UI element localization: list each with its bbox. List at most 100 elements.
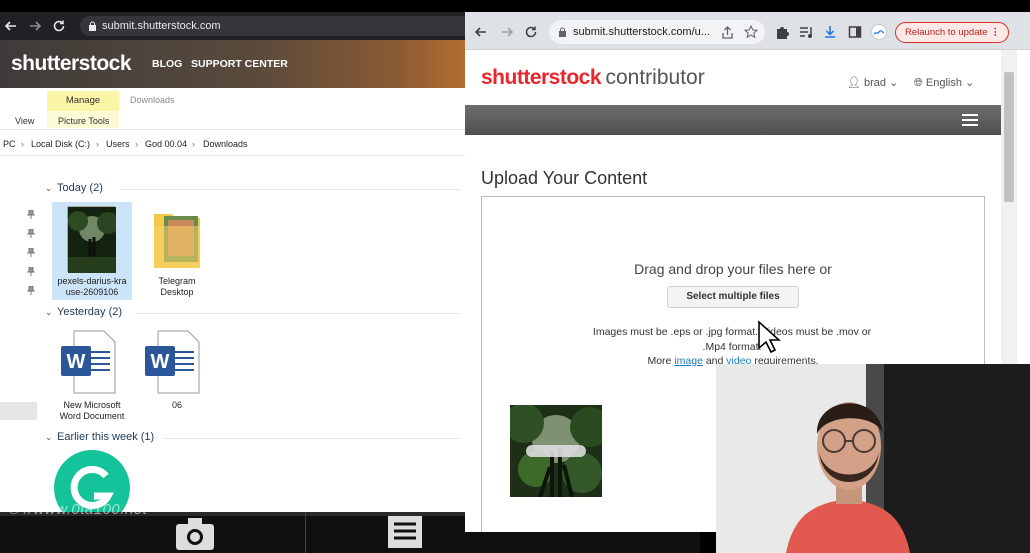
word-document-icon: W	[61, 330, 116, 394]
user-icon: 👤︎	[847, 77, 861, 89]
chevron-right-icon: ›	[21, 139, 24, 149]
view-tab[interactable]: View	[15, 116, 34, 126]
pin-icon	[27, 248, 35, 257]
chevron-down-icon[interactable]: ⌄	[45, 432, 53, 443]
nav-pane-selection	[0, 402, 37, 420]
file-name-line: Desktop	[160, 287, 194, 297]
folder-item[interactable]: Telegram Desktop	[138, 202, 216, 300]
chevron-down-icon: ⌄	[889, 77, 899, 89]
download-icon[interactable]	[823, 25, 837, 39]
chevron-right-icon: ›	[96, 139, 99, 149]
file-item-selected[interactable]: pexels-darius-kra use-2609106	[52, 202, 132, 300]
group-yesterday-header[interactable]: Yesterday (2)	[57, 306, 122, 318]
globe-icon: 🌐︎	[914, 77, 923, 89]
side-panel-icon[interactable]	[848, 25, 862, 39]
breadcrumb-downloads[interactable]: Downloads	[203, 132, 248, 156]
support-center-link[interactable]: SUPPORT CENTER	[191, 58, 288, 70]
file-explorer: Manage Downloads View Picture Tools PC ›…	[0, 88, 466, 512]
user-menu[interactable]: 👤︎ brad ⌄	[847, 76, 898, 89]
media-queue-icon[interactable]	[799, 25, 813, 39]
taskbar-divider	[305, 512, 306, 553]
page-title: Upload Your Content	[481, 168, 648, 188]
breadcrumb-users[interactable]: Users	[106, 132, 130, 156]
blog-link[interactable]: BLOG	[152, 58, 182, 70]
presenter-video	[716, 364, 1030, 553]
more-text: More	[647, 355, 672, 367]
svg-text:W: W	[151, 351, 170, 373]
forward-arrow-icon[interactable]	[500, 25, 514, 39]
nav-bar	[465, 105, 1001, 135]
extensions-puzzle-icon[interactable]	[775, 25, 789, 39]
image-requirements-link[interactable]: image	[674, 355, 703, 367]
breadcrumb-pc[interactable]: PC	[3, 132, 16, 156]
chevron-right-icon: ›	[192, 139, 195, 149]
downloads-tab[interactable]: Downloads	[130, 95, 175, 105]
more-vert-icon: ⋮	[990, 27, 1001, 38]
file-item[interactable]: W New Microsoft Word Document	[52, 328, 132, 424]
left-url-text: submit.shutterstock.com	[102, 20, 221, 32]
group-divider	[120, 189, 460, 190]
breadcrumb-god[interactable]: God 00.04	[145, 132, 187, 156]
manage-tab[interactable]: Manage	[47, 91, 119, 111]
right-browser-toolbar: submit.shutterstock.com/u... Relaunch to…	[465, 12, 1030, 50]
shutterstock-logo: shutterstock	[481, 66, 602, 89]
pin-icon	[27, 267, 35, 276]
reload-icon[interactable]	[52, 19, 66, 33]
chevron-down-icon[interactable]: ⌄	[45, 183, 53, 194]
chevron-right-icon: ›	[135, 139, 138, 149]
select-multiple-files-button[interactable]: Select multiple files	[667, 286, 799, 308]
explorer-ribbon: Manage Downloads View Picture Tools	[0, 88, 466, 130]
back-arrow-icon[interactable]	[4, 19, 18, 33]
word-document-icon: W	[145, 330, 200, 394]
left-browser-toolbar: submit.shutterstock.com	[0, 12, 466, 40]
back-arrow-icon[interactable]	[474, 25, 488, 39]
group-earlier-header[interactable]: Earlier this week (1)	[57, 431, 154, 443]
svg-text:W: W	[67, 351, 86, 373]
breadcrumb-local-disk[interactable]: Local Disk (C:)	[31, 132, 90, 156]
webcam-overlay	[716, 364, 1030, 553]
camera-icon[interactable]	[174, 516, 216, 550]
uploading-image-thumbnail[interactable]	[510, 405, 602, 497]
contributor-wordmark: contributor	[605, 66, 705, 89]
chevron-down-icon[interactable]: ⌄	[45, 307, 53, 318]
scrollbar-thumb[interactable]	[1004, 72, 1014, 202]
pin-icon	[27, 210, 35, 219]
reload-icon[interactable]	[524, 25, 538, 39]
lock-icon	[559, 27, 566, 37]
file-item[interactable]: W 06	[138, 328, 216, 424]
relaunch-label: Relaunch to update	[905, 27, 988, 38]
formats-line: Images must be .eps or .jpg format. Vide…	[592, 326, 872, 338]
formats-line: .Mp4 format.	[702, 341, 762, 353]
hamburger-menu-icon[interactable]	[961, 113, 979, 127]
contributor-logo[interactable]: shutterstock contributor	[481, 66, 705, 90]
left-address-bar[interactable]: submit.shutterstock.com	[80, 16, 466, 36]
file-name-line: Telegram	[158, 276, 196, 286]
mouse-cursor-icon	[758, 320, 781, 354]
pin-icon	[27, 229, 35, 238]
profile-avatar-icon[interactable]	[871, 24, 887, 40]
watermark: © //www.0ta100.net	[8, 501, 148, 518]
star-bookmark-icon[interactable]	[744, 25, 758, 39]
folder-icon	[154, 214, 200, 268]
upload-progress-bar	[526, 445, 586, 457]
forward-arrow-icon[interactable]	[28, 19, 42, 33]
language-menu[interactable]: 🌐︎ English ⌄	[914, 76, 974, 90]
chevron-down-icon: ⌄	[965, 77, 975, 89]
user-name: brad	[864, 77, 887, 89]
group-divider	[135, 313, 460, 314]
format-requirements: Images must be .eps or .jpg format. Vide…	[572, 325, 892, 355]
notes-icon[interactable]	[384, 514, 426, 548]
breadcrumb: PC › Local Disk (C:) › Users › God 00.04…	[0, 132, 466, 156]
lock-icon	[89, 21, 96, 31]
file-name-line: 06	[171, 400, 182, 410]
relaunch-to-update-button[interactable]: Relaunch to update ⋮	[895, 22, 1009, 43]
picture-tools-tab[interactable]: Picture Tools	[58, 116, 109, 126]
share-icon[interactable]	[721, 26, 734, 39]
image-thumbnail	[67, 206, 116, 273]
shutterstock-header: shutterstock BLOG SUPPORT CENTER	[0, 40, 466, 88]
group-today-header[interactable]: Today (2)	[57, 182, 103, 194]
shutterstock-logo[interactable]: shutterstock	[11, 52, 132, 76]
group-divider	[163, 438, 460, 439]
url-text: submit.shutterstock.com/u...	[573, 26, 710, 38]
file-name-line: use-2609106	[65, 287, 119, 297]
